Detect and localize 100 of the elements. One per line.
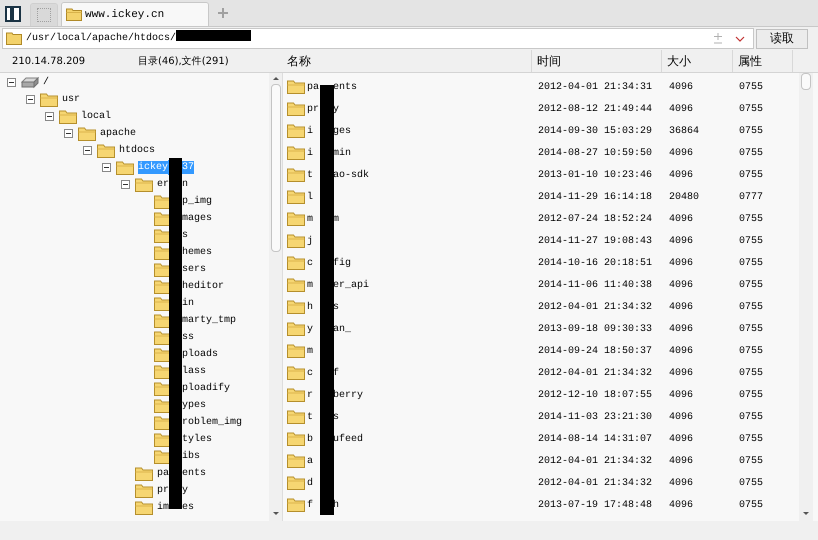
tree-item[interactable]: ibs — [182, 450, 200, 463]
table-cell-text: 2014-11-27 19:08:43 — [537, 236, 654, 246]
file-name[interactable]: l — [307, 192, 314, 202]
path-field[interactable]: /usr/local/apache/htdocs/ — [2, 28, 754, 49]
table-cell-text: 4096 — [669, 104, 694, 114]
dropdown-icon[interactable] — [735, 36, 745, 42]
file-name[interactable]: d — [307, 478, 314, 488]
file-name[interactable]: i — [307, 126, 314, 136]
file-name[interactable]: t — [307, 412, 314, 422]
file-name[interactable]: pa — [307, 82, 320, 92]
column-header[interactable]: 时间 — [532, 50, 662, 72]
collapse-icon[interactable] — [121, 180, 130, 189]
file-name[interactable]: er_api — [333, 280, 370, 290]
file-name[interactable]: i — [307, 148, 314, 158]
tree-item[interactable]: heditor — [182, 280, 224, 293]
file-name[interactable]: s — [333, 302, 340, 312]
table-cell-text: 2012-04-01 21:34:32 — [537, 302, 654, 312]
tree-item[interactable]: sers — [182, 263, 206, 276]
panel-toggle-icon[interactable] — [5, 6, 21, 22]
tree-item[interactable]: mages — [182, 212, 212, 225]
tree-item[interactable]: es — [182, 501, 194, 514]
file-name[interactable]: a — [307, 456, 314, 466]
folder-icon — [287, 80, 305, 94]
browser-tab[interactable]: www.ickey.cn — [61, 2, 209, 26]
tree-item[interactable]: pr — [157, 484, 170, 497]
tree-item[interactable]: ploadify — [182, 382, 230, 395]
tree-item[interactable]: tyles — [182, 433, 212, 446]
scrollbar-thumb[interactable] — [270, 84, 280, 252]
tree-item[interactable]: y — [182, 484, 188, 497]
table-cell-text: 0755 — [739, 500, 764, 510]
collapse-icon[interactable] — [64, 129, 73, 138]
collapse-icon[interactable] — [83, 146, 92, 155]
collapse-icon[interactable] — [26, 95, 35, 104]
folder-icon — [135, 466, 153, 480]
drive-icon — [21, 76, 39, 89]
file-name[interactable]: j — [307, 236, 314, 246]
file-name[interactable]: y — [307, 324, 314, 334]
folder-icon — [135, 484, 153, 498]
file-name[interactable]: berry — [333, 390, 364, 400]
tree-item[interactable]: p_img — [182, 195, 212, 208]
tree-item[interactable]: in — [182, 297, 194, 310]
file-name[interactable]: an_ — [333, 324, 352, 334]
collapse-icon[interactable] — [102, 163, 111, 172]
file-name[interactable]: c — [307, 258, 314, 268]
file-name[interactable]: b — [307, 434, 314, 444]
column-header[interactable]: 属性 — [733, 50, 793, 72]
file-name[interactable]: pr — [307, 104, 320, 114]
file-name[interactable]: ents — [333, 82, 358, 92]
read-button[interactable]: 读取 — [756, 28, 808, 48]
file-name[interactable]: m — [307, 280, 314, 290]
tree-item[interactable]: roblem_img — [182, 416, 242, 429]
tree-item[interactable]: ploads — [182, 348, 218, 361]
scrollbar[interactable] — [269, 73, 282, 521]
file-name[interactable]: f — [307, 500, 314, 510]
table-cell-text: 4096 — [669, 280, 694, 290]
file-name[interactable]: h — [333, 500, 340, 510]
scrollbar-thumb[interactable] — [801, 73, 811, 90]
tree-item[interactable]: apache — [100, 127, 136, 140]
tree-item[interactable]: s — [182, 229, 188, 242]
file-name[interactable]: s — [333, 412, 340, 422]
file-name[interactable]: m — [307, 214, 314, 224]
tree-item[interactable]: ents — [182, 467, 206, 480]
tree-item[interactable]: ss — [182, 331, 194, 344]
file-name[interactable]: m — [307, 346, 314, 356]
table-cell-text: 36864 — [669, 126, 700, 136]
file-name[interactable]: ges — [333, 126, 352, 136]
table-cell-text: 2013-09-18 09:30:33 — [537, 324, 654, 334]
tree-item[interactable]: htdocs — [119, 144, 156, 157]
table-cell-text: 2014-11-29 16:14:18 — [537, 192, 654, 202]
tree-item[interactable]: local — [81, 110, 112, 123]
tree-item[interactable]: pa — [157, 467, 170, 480]
table-cell-text: 2012-04-01 21:34:32 — [537, 368, 654, 378]
tree-item[interactable]: marty_tmp — [182, 314, 236, 327]
collapse-icon[interactable] — [45, 112, 54, 121]
tree-item[interactable]: er — [157, 178, 170, 191]
table-cell-text: 2014-10-16 20:18:51 — [537, 258, 654, 268]
table-cell-text: 20480 — [669, 192, 700, 202]
table-cell-text: 2012-08-12 21:49:44 — [537, 104, 654, 114]
file-name[interactable]: ao-sdk — [333, 170, 370, 180]
column-header[interactable]: 名称 — [282, 50, 532, 72]
tree-item[interactable]: im — [157, 501, 170, 514]
collapse-icon[interactable] — [7, 78, 16, 87]
file-name[interactable]: c — [307, 368, 314, 378]
file-name[interactable]: t — [307, 170, 314, 180]
column-header[interactable]: 大小 — [662, 50, 733, 72]
tree-item[interactable]: usr — [62, 93, 80, 106]
table-cell-text: 0755 — [739, 456, 764, 466]
file-name[interactable]: y — [333, 104, 340, 114]
file-name[interactable]: ufeed — [333, 434, 364, 444]
tree-item[interactable]: / — [43, 76, 50, 89]
table-cell-text: 4096 — [669, 214, 694, 224]
file-name[interactable]: h — [307, 302, 314, 312]
tree-item[interactable]: ypes — [182, 399, 206, 412]
tree-item[interactable]: hemes — [182, 246, 212, 259]
file-name[interactable]: r — [307, 390, 314, 400]
file-name[interactable]: f — [333, 368, 340, 378]
file-name[interactable]: fig — [333, 258, 352, 268]
scrollbar[interactable] — [799, 73, 813, 521]
tree-item[interactable]: lass — [182, 365, 206, 378]
tree-item[interactable]: n — [182, 178, 188, 191]
